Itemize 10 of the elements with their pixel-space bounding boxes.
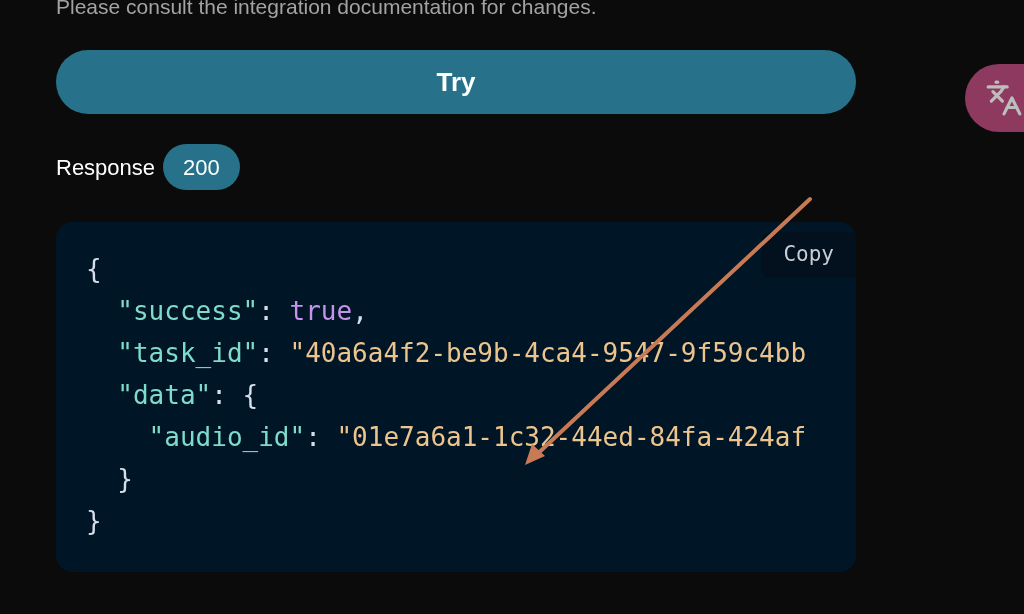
translate-icon — [985, 79, 1023, 117]
code-line: } — [116, 463, 133, 496]
copy-button[interactable]: Copy — [761, 232, 856, 278]
response-label: Response — [56, 153, 156, 182]
code-line: "success": true, — [116, 295, 368, 328]
status-badge: 200 — [163, 144, 240, 190]
code-line: } — [86, 505, 102, 538]
try-button[interactable]: Try — [56, 50, 856, 114]
code-line: { — [86, 253, 102, 286]
code-line: "data": { — [116, 379, 259, 412]
